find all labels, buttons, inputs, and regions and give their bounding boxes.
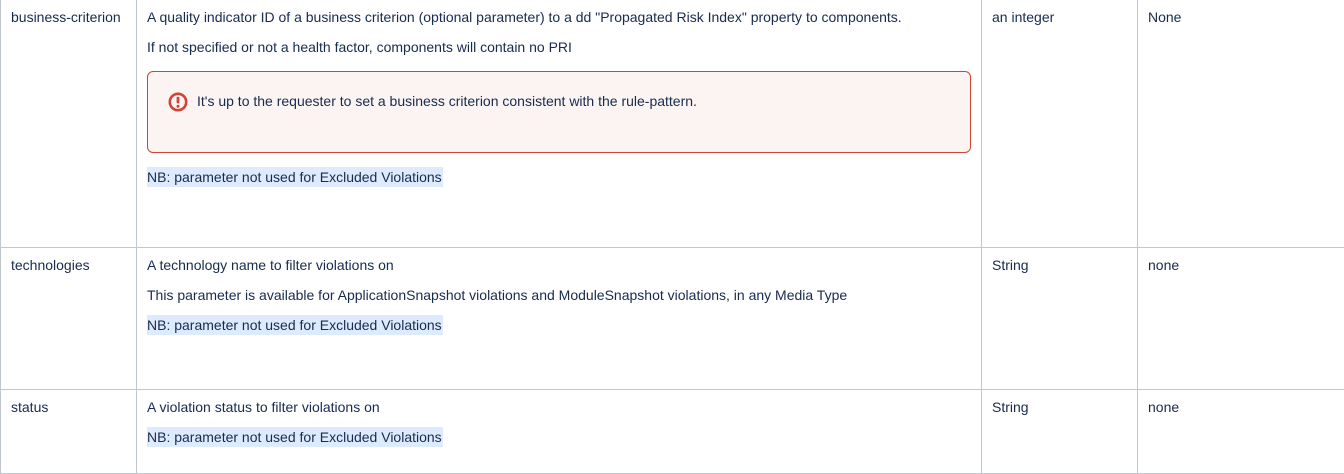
warning-message: It's up to the requester to set a busine… (197, 91, 950, 111)
param-type: String (992, 399, 1029, 415)
param-description-detail: This parameter is available for Applicat… (147, 285, 971, 305)
parameters-table: business-criterion A quality indicator I… (0, 0, 1344, 474)
param-name: technologies (11, 257, 90, 273)
param-default-cell: none (1138, 389, 1344, 473)
param-default: none (1148, 257, 1179, 273)
param-type-cell: an integer (982, 0, 1138, 247)
param-description: A technology name to filter violations o… (147, 255, 971, 275)
exclamation-circle-icon (168, 92, 188, 112)
param-name: business-criterion (11, 9, 121, 25)
param-default-cell: none (1138, 247, 1344, 389)
param-description: A quality indicator ID of a business cri… (147, 7, 971, 27)
param-type: String (992, 257, 1029, 273)
param-description-cell: A quality indicator ID of a business cri… (137, 0, 982, 247)
param-name-cell: status (1, 389, 137, 473)
param-description-detail: If not specified or not a health factor,… (147, 37, 971, 57)
param-name-cell: technologies (1, 247, 137, 389)
param-type-cell: String (982, 389, 1138, 473)
warning-panel: It's up to the requester to set a busine… (147, 71, 971, 153)
param-default-cell: None (1138, 0, 1344, 247)
table-row: technologies A technology name to filter… (1, 247, 1344, 389)
param-name: status (11, 399, 48, 415)
param-description: A violation status to filter violations … (147, 397, 971, 417)
param-type-cell: String (982, 247, 1138, 389)
param-note: NB: parameter not used for Excluded Viol… (147, 167, 443, 187)
param-description-cell: A violation status to filter violations … (137, 389, 982, 473)
param-name-cell: business-criterion (1, 0, 137, 247)
table-row: status A violation status to filter viol… (1, 389, 1344, 473)
param-note: NB: parameter not used for Excluded Viol… (147, 315, 443, 335)
param-description-cell: A technology name to filter violations o… (137, 247, 982, 389)
param-type: an integer (992, 9, 1054, 25)
param-note: NB: parameter not used for Excluded Viol… (147, 427, 443, 447)
table-row: business-criterion A quality indicator I… (1, 0, 1344, 247)
param-default: none (1148, 399, 1179, 415)
param-default: None (1148, 9, 1181, 25)
